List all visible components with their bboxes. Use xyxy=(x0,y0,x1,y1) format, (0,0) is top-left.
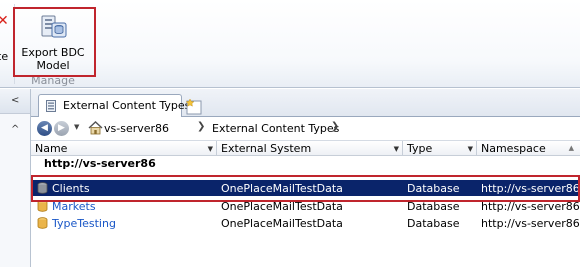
table-row[interactable]: Clients OnePlaceMailTestData Database ht… xyxy=(31,180,580,196)
navigation-pane-header: < xyxy=(0,89,30,114)
row-namespace: http://vs-server86 xyxy=(481,182,580,195)
forward-button[interactable]: ▶ xyxy=(54,121,69,136)
tab-external-content-types[interactable]: External Content Types xyxy=(38,94,190,118)
row-type: Database xyxy=(407,217,460,230)
breadcrumb: ◀ ▶ ▼ vs-server86 ❯ External Content Typ… xyxy=(31,117,580,141)
filter-dropdown-icon[interactable]: ▼ xyxy=(208,145,213,153)
delete-button-label: te xyxy=(0,50,9,63)
history-dropdown-icon[interactable]: ▼ xyxy=(74,123,79,131)
home-icon[interactable] xyxy=(88,121,103,135)
row-name[interactable]: Clients xyxy=(52,182,90,195)
group-heading: http://vs-server86 xyxy=(44,157,156,170)
row-external-system: OnePlaceMailTestData xyxy=(221,182,343,195)
expand-chevron-icon[interactable]: ^ xyxy=(11,124,19,135)
breadcrumb-separator-icon[interactable]: ❯ xyxy=(197,121,205,132)
column-header-namespace[interactable]: Namespace ▲ xyxy=(477,141,580,156)
filter-dropdown-icon[interactable]: ▼ xyxy=(468,145,473,153)
forward-arrow-icon: ▶ xyxy=(58,123,65,133)
tab-label: External Content Types xyxy=(63,99,191,112)
row-external-system: OnePlaceMailTestData xyxy=(221,217,343,230)
column-header-name[interactable]: Name ▼ xyxy=(31,141,217,156)
table-row[interactable]: TypeTesting OnePlaceMailTestData Databas… xyxy=(31,215,580,231)
table-row[interactable]: Markets OnePlaceMailTestData Database ht… xyxy=(31,198,580,214)
delete-icon: ✕ xyxy=(0,13,9,29)
back-arrow-icon: ◀ xyxy=(41,123,48,133)
filter-dropdown-icon[interactable]: ▼ xyxy=(394,145,399,153)
breadcrumb-separator-icon[interactable]: ❯ xyxy=(331,121,339,132)
row-name[interactable]: TypeTesting xyxy=(52,217,116,230)
navigation-pane-collapsed: < ^ xyxy=(0,89,31,267)
column-header-row: Name ▼ External System ▼ Type ▼ Namespac… xyxy=(31,141,580,156)
breadcrumb-item-content-types[interactable]: External Content Types xyxy=(212,122,339,135)
column-header-external-system[interactable]: External System ▼ xyxy=(217,141,403,156)
row-type: Database xyxy=(407,200,460,213)
back-button[interactable]: ◀ xyxy=(37,121,52,136)
database-icon xyxy=(37,182,48,194)
content-types-icon xyxy=(46,100,56,112)
database-icon xyxy=(37,217,48,229)
row-type: Database xyxy=(407,182,460,195)
database-icon xyxy=(37,200,48,212)
sort-ascending-icon: ▲ xyxy=(568,144,574,152)
column-header-type[interactable]: Type ▼ xyxy=(403,141,477,156)
document-tab-strip: External Content Types xyxy=(31,89,580,118)
group-divider xyxy=(31,175,580,176)
delete-button-partial[interactable]: ✕ te xyxy=(0,14,11,64)
new-tab-icon[interactable] xyxy=(184,97,204,115)
row-external-system: OnePlaceMailTestData xyxy=(221,200,343,213)
row-name[interactable]: Markets xyxy=(52,200,96,213)
ribbon: ✕ te Export BDC Model Manage xyxy=(0,0,580,88)
row-namespace: http://vs-server86 xyxy=(481,217,580,230)
annotation-highlight-export xyxy=(13,7,96,77)
breadcrumb-item-server[interactable]: vs-server86 xyxy=(104,122,169,135)
collapse-chevron-icon[interactable]: < xyxy=(11,95,19,106)
row-namespace: http://vs-server86 xyxy=(481,200,580,213)
